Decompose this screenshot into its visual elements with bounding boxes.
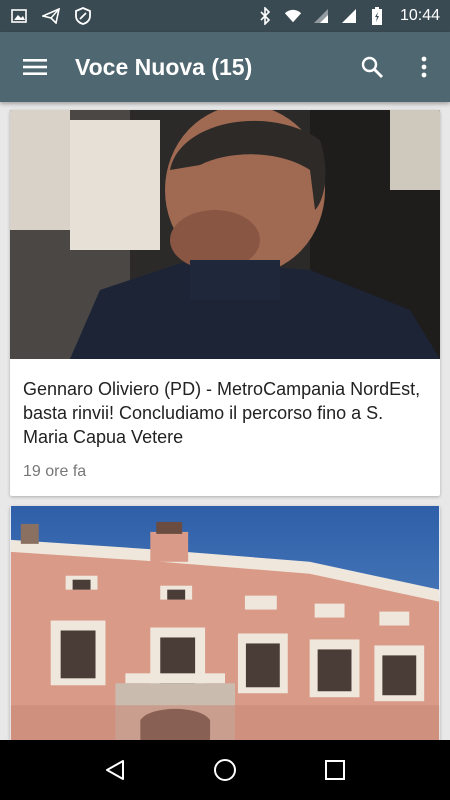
recents-icon [325,760,345,780]
data-saver-icon [74,7,92,25]
system-nav-bar [0,740,450,800]
signal-icon [312,7,330,25]
overflow-menu-button[interactable] [398,32,450,102]
search-button[interactable] [346,32,398,102]
status-right: 10:44 [256,7,440,25]
more-vert-icon [421,56,427,78]
article-time: 19 ore fa [23,463,87,480]
app-bar: Voce Nuova (15) [0,32,450,102]
article-card[interactable] [10,506,440,740]
article-photo [10,506,440,740]
article-photo [10,110,440,359]
battery-icon [368,7,386,25]
send-icon [42,7,60,25]
signal-icon [340,7,358,25]
bluetooth-icon [256,7,274,25]
hamburger-icon [23,59,47,75]
home-button[interactable] [195,740,255,800]
news-feed[interactable]: Gennaro Oliviero (PD) - MetroCampania No… [0,102,450,740]
app-actions [346,32,450,102]
app-title: Voce Nuova (15) [75,53,253,80]
status-bar: 10:44 [0,0,450,32]
back-button[interactable] [85,740,145,800]
recents-button[interactable] [305,740,365,800]
search-icon [361,56,383,78]
menu-button[interactable] [0,32,70,102]
back-icon [106,760,124,780]
article-title[interactable]: Gennaro Oliviero (PD) - MetroCampania No… [10,359,440,449]
home-icon [214,759,236,781]
article-card[interactable]: Gennaro Oliviero (PD) - MetroCampania No… [10,110,440,496]
status-time: 10:44 [399,7,440,24]
wifi-icon [284,7,302,25]
image-icon [10,7,28,25]
status-left [10,7,92,25]
